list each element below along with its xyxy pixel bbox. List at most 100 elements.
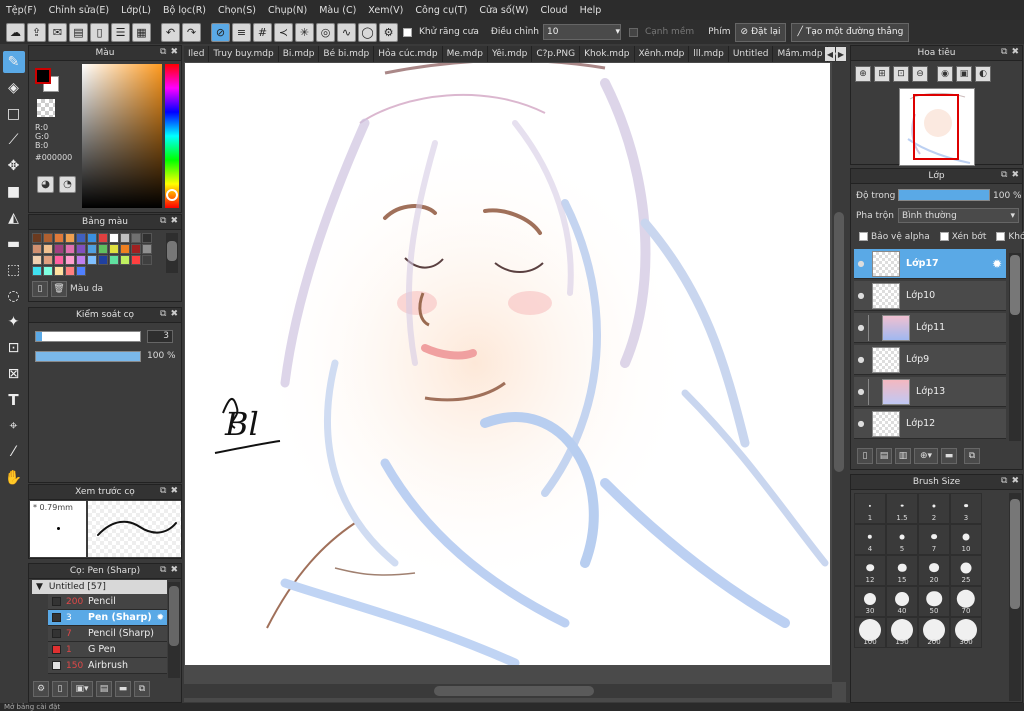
brush-tool-icon[interactable]: ✎ [2, 51, 25, 73]
close-icon[interactable]: ✖ [1011, 47, 1019, 57]
add-brush-icon[interactable]: ▣▾ [71, 681, 93, 697]
divide-tool-icon[interactable]: ⌖ [3, 415, 25, 437]
transparent-color-swatch[interactable] [37, 99, 55, 117]
brush-size-preset[interactable]: 7 [918, 524, 950, 555]
snap-radial-icon[interactable]: ✳ [295, 22, 314, 42]
visibility-eye-icon[interactable]: ● [854, 291, 868, 300]
tabs-scroll-right-icon[interactable]: ▶ [836, 47, 846, 61]
protect-alpha-option[interactable]: Bảo vệ alpha [859, 232, 930, 242]
brush-properties-icon[interactable]: ▤ [96, 681, 112, 697]
visibility-eye-icon[interactable]: ● [854, 419, 868, 428]
snap-curve-icon[interactable]: ∿ [337, 22, 356, 42]
palette-swatch[interactable] [43, 255, 53, 265]
document-tab[interactable]: Bé bi.mdp [319, 46, 375, 62]
brush-size-preset[interactable]: 5 [886, 524, 918, 555]
brush-size-preset[interactable]: 150 [886, 617, 918, 648]
foreground-color-swatch[interactable] [35, 68, 51, 84]
gear-icon[interactable]: ✹ [992, 257, 1002, 271]
popout-icon[interactable]: ⧉ [160, 216, 166, 226]
layer-opacity-slider[interactable] [898, 189, 990, 201]
canvas-vscroll-thumb[interactable] [834, 212, 844, 472]
menu-layer[interactable]: Lớp(L) [115, 5, 157, 16]
flip-icon[interactable]: ◐ [975, 66, 991, 82]
brush-size-scrollbar[interactable] [1009, 493, 1021, 701]
select-rect-tool-icon[interactable]: ⬚ [3, 259, 25, 281]
bucket-tool-icon[interactable]: ◭ [3, 207, 25, 229]
palette-swatch[interactable] [43, 244, 53, 254]
zoom-fit-icon[interactable]: ⊞ [874, 66, 890, 82]
brush-size-preset[interactable]: 15 [886, 555, 918, 586]
adjust-select[interactable]: 10 ▾ [542, 24, 621, 40]
palette-swatch[interactable] [76, 266, 86, 276]
document-tab[interactable]: C?p.PNG [532, 46, 581, 62]
document-tab[interactable]: Iled [184, 46, 210, 62]
snap-off-icon[interactable]: ⊘ [211, 22, 230, 42]
snap-ellipse-icon[interactable]: ◯ [358, 22, 377, 42]
duplicate-icon[interactable]: ⧉ [134, 681, 150, 697]
blend-mode-select[interactable]: Bình thường ▾ [898, 208, 1019, 223]
brush-size-preset[interactable]: 10 [950, 524, 982, 555]
gradient-tool-icon[interactable]: ▬ [3, 233, 25, 255]
palette-swatch[interactable] [65, 266, 75, 276]
undo-icon[interactable]: ↶ [161, 22, 180, 42]
brush-list-item[interactable]: 200 Pencil [48, 594, 167, 610]
document-tab[interactable]: Yêi.mdp [488, 46, 533, 62]
eraser-tool-icon[interactable]: ◈ [3, 77, 25, 99]
palette-swatch[interactable] [87, 244, 97, 254]
menu-window[interactable]: Cửa số(W) [473, 5, 534, 16]
palette-swatch[interactable] [87, 255, 97, 265]
palette-swatch[interactable] [109, 255, 119, 265]
folder-icon[interactable]: ▬ [115, 681, 131, 697]
brush-size-value[interactable]: 3 [147, 330, 173, 343]
soft-edge-checkbox[interactable] [628, 27, 638, 37]
brush-group-row[interactable]: ▼ Untitled [57] [32, 580, 167, 594]
popout-icon[interactable]: ⧉ [160, 486, 166, 496]
palette-swatch[interactable] [54, 255, 64, 265]
close-icon[interactable]: ✖ [170, 565, 178, 575]
visibility-eye-icon[interactable]: ● [854, 259, 868, 268]
brush-size-preset[interactable]: 50 [918, 586, 950, 617]
palette-swatch[interactable] [54, 266, 64, 276]
palette-swatch[interactable] [131, 244, 141, 254]
add-layer-menu-icon[interactable]: ⊕▾ [914, 448, 938, 464]
palette-swatch[interactable] [109, 233, 119, 243]
grid-icon[interactable]: ▦ [132, 22, 151, 42]
layer-row[interactable]: ● Lớp12 [854, 409, 1006, 439]
brush-size-preset[interactable]: 70 [950, 586, 982, 617]
canvas-horizontal-scrollbar[interactable] [184, 684, 832, 698]
palette-swatch[interactable] [87, 233, 97, 243]
brush-list-item[interactable]: 1 G Pen [48, 642, 167, 658]
brush-settings-icon[interactable]: ⚙ [33, 681, 49, 697]
color-wheel-icon[interactable]: ◕ [37, 176, 54, 193]
zoom-in-icon[interactable]: ⊕ [855, 66, 871, 82]
brush-opacity-slider[interactable] [35, 351, 141, 362]
popout-icon[interactable]: ⧉ [160, 565, 166, 575]
rotate-icon[interactable]: ◉ [937, 66, 953, 82]
palette-swatch[interactable] [120, 255, 130, 265]
new-halftone-layer-icon[interactable]: ▤ [876, 448, 892, 464]
chat-icon[interactable]: ▤ [69, 22, 88, 42]
menu-help[interactable]: Help [574, 5, 608, 16]
eyedropper-tool-icon[interactable]: ⁄ [3, 441, 25, 463]
select-eraser-tool-icon[interactable]: ⊠ [3, 363, 25, 385]
palette-swatch[interactable] [32, 233, 42, 243]
brush-size-preset[interactable]: 300 [950, 617, 982, 648]
menu-cloud[interactable]: Cloud [534, 5, 573, 16]
move-tool-icon[interactable]: ✥ [3, 155, 25, 177]
page-icon[interactable]: ▯ [90, 22, 109, 42]
document-tab[interactable]: lll.mdp [689, 46, 729, 62]
new-palette-icon[interactable]: ▯ [32, 281, 48, 297]
new-layer-icon[interactable]: ▯ [857, 448, 873, 464]
canvas-hscroll-thumb[interactable] [434, 686, 594, 696]
palette-swatch[interactable] [142, 233, 152, 243]
palette-swatch[interactable] [120, 233, 130, 243]
document-tab[interactable]: Xênh.mdp [635, 46, 690, 62]
brush-list-item[interactable]: 7 Pencil (Sharp) [48, 626, 167, 642]
layer-folder-icon[interactable]: ▬ [941, 448, 957, 464]
new-1bit-layer-icon[interactable]: ▥ [895, 448, 911, 464]
clipping-checkbox[interactable] [939, 232, 949, 241]
fill-rect-tool-icon[interactable]: ■ [3, 181, 25, 203]
redo-icon[interactable]: ↷ [182, 22, 201, 42]
visibility-eye-icon[interactable]: ● [854, 323, 868, 332]
magic-wand-tool-icon[interactable]: ✦ [3, 311, 25, 333]
